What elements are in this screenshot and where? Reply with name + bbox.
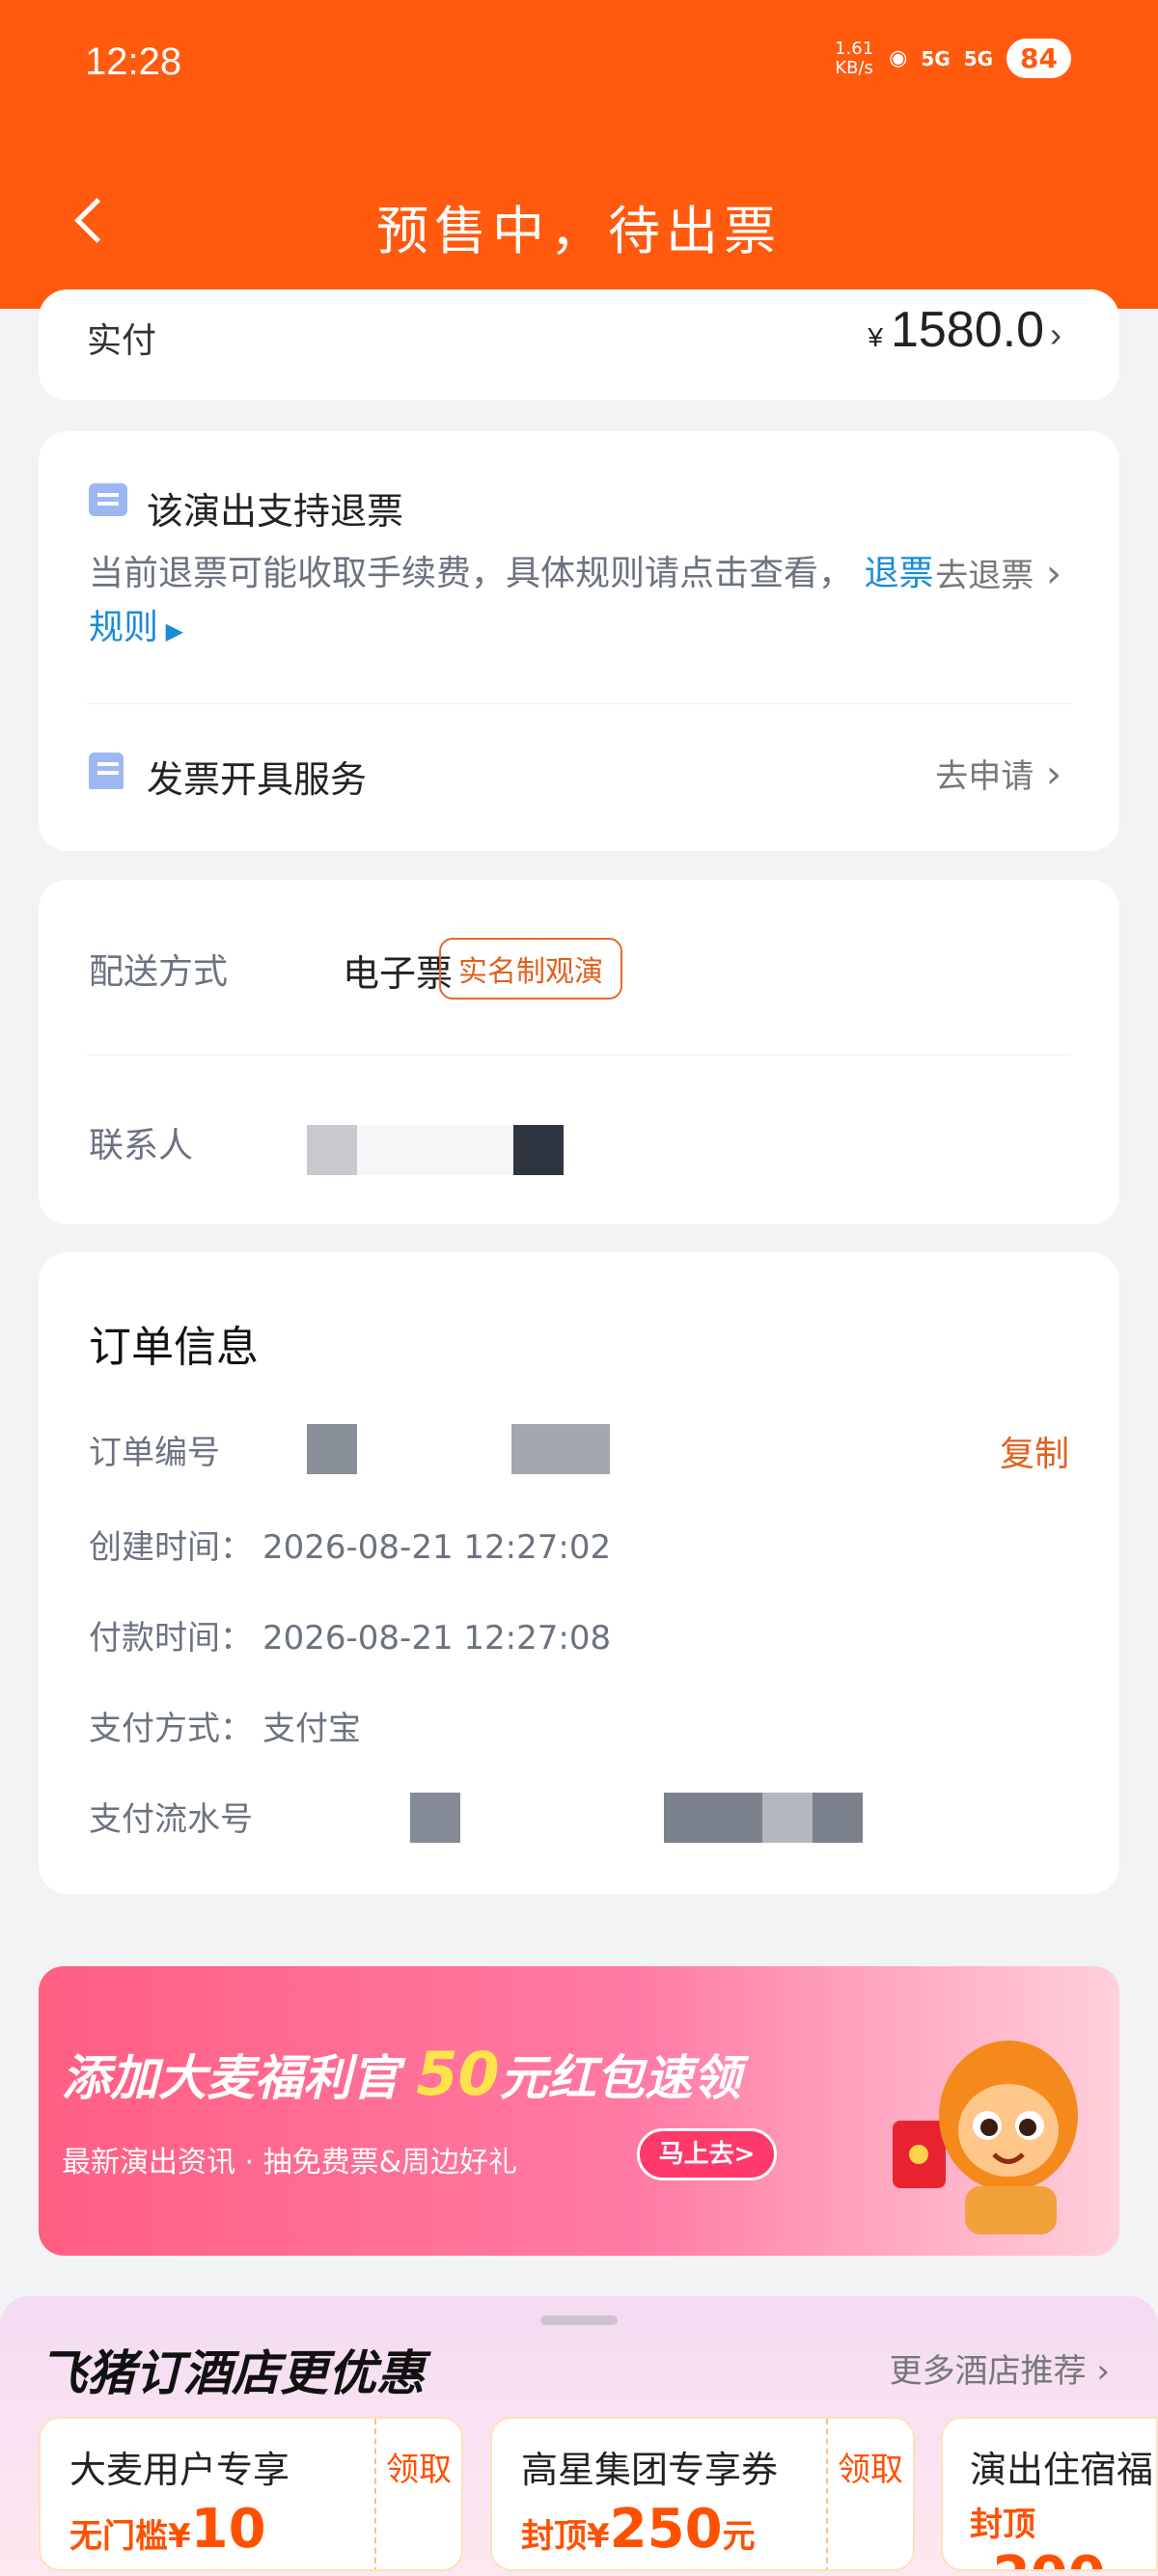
banner-title-post: 元红包速领: [499, 2050, 741, 2106]
claim-coupon-button[interactable]: 领取: [374, 2419, 461, 2569]
hotel-coupon: 演出住宿福 封顶¥200: [941, 2417, 1158, 2571]
serial-redacted: [664, 1793, 762, 1843]
go-refund-button[interactable]: 去退票: [935, 549, 1062, 596]
coupon-name: 高星集团专享券: [521, 2449, 779, 2491]
created-time-value: 2026-08-21 12:27:02: [262, 1528, 612, 1567]
banner-title: 添加大麦福利官 50元红包速领: [62, 2039, 741, 2109]
status-icons: 1.61 KB/s ◉ 5G 5G 84: [833, 39, 1071, 78]
refund-title: 该演出支持退票: [147, 490, 404, 533]
serial-redacted: [813, 1793, 863, 1843]
hotel-panel: 飞猪订酒店更优惠 更多酒店推荐 大麦用户专享 无门槛¥10 领取 高星集团专享券…: [0, 2296, 1158, 2576]
paid-card[interactable]: 实付 ¥1580.0 ›: [39, 289, 1119, 400]
banner-subtitle: 最新演出资讯 · 抽免费票&周边好礼: [62, 2146, 518, 2179]
coupon-value: 封顶¥250元: [521, 2498, 756, 2561]
refund-desc-text: 当前退票可能收取手续费，具体规则请点击查看，: [89, 554, 854, 593]
coupon-amount: 10: [190, 2498, 266, 2561]
created-time-label: 创建时间：: [89, 1528, 253, 1567]
paid-time-value: 2026-08-21 12:27:08: [262, 1619, 612, 1658]
serial-redacted: [410, 1793, 460, 1843]
drag-handle[interactable]: [540, 2316, 618, 2325]
coupon-prefix: 无门槛¥: [69, 2517, 191, 2556]
coupon-name: 大麦用户专享: [69, 2449, 290, 2491]
coupon-prefix: 封顶¥: [521, 2517, 610, 2556]
banner-title-pre: 添加大麦福利官: [62, 2050, 400, 2106]
contact-name-redacted: [307, 1125, 357, 1175]
coupon-name: 演出住宿福: [970, 2449, 1154, 2491]
battery-icon: 84: [1006, 39, 1071, 78]
contact-phone-redacted: [513, 1125, 564, 1175]
payment-method-value: 支付宝: [262, 1710, 361, 1748]
claim-coupon-button[interactable]: 领取: [826, 2419, 913, 2569]
delivery-label: 配送方式: [89, 952, 229, 992]
serial-redacted: [762, 1793, 813, 1843]
mascot-icon: [893, 2041, 1078, 2234]
paid-time-row: 付款时间： 2026-08-21 12:27:08: [89, 1611, 611, 1658]
coupon-value: 无门槛¥10: [69, 2498, 266, 2561]
coupon-suffix: 元: [722, 2517, 756, 2556]
hotel-title: 飞猪订酒店更优惠: [39, 2345, 425, 2401]
delivery-value: 电子票: [343, 952, 454, 995]
wifi-icon: ◉: [889, 46, 908, 70]
order-info-title: 订单信息: [89, 1323, 259, 1372]
payment-method-row: 支付方式： 支付宝: [89, 1702, 361, 1749]
invoice-title: 发票开具服务: [147, 758, 368, 801]
order-number-redacted: [511, 1424, 610, 1474]
more-hotels-link[interactable]: 更多酒店推荐: [890, 2344, 1110, 2392]
contact-label: 联系人: [89, 1126, 194, 1165]
payment-serial-label: 支付流水号: [89, 1800, 253, 1839]
redacted-block: [357, 1125, 513, 1175]
realname-badge: 实名制观演: [439, 938, 622, 1000]
chevron-right-icon: ›: [1050, 315, 1062, 354]
order-number-redacted: [307, 1424, 357, 1474]
paid-label: 实付: [87, 321, 157, 361]
order-info-card: 订单信息 订单编号 复制 创建时间： 2026-08-21 12:27:02 付款…: [39, 1252, 1119, 1894]
status-time: 12:28: [85, 41, 182, 83]
paid-value: 1580.0: [890, 302, 1044, 358]
copy-order-number-button[interactable]: 复制: [1000, 1426, 1069, 1476]
paid-amount[interactable]: ¥1580.0 ›: [868, 301, 1062, 359]
coupon-value: 封顶¥200: [970, 2498, 1156, 2569]
order-number-label: 订单编号: [89, 1434, 220, 1472]
payment-method-label: 支付方式：: [89, 1710, 253, 1748]
hotel-coupon: 高星集团专享券 封顶¥250元 领取: [490, 2417, 915, 2571]
signal-5g-icon-1: 5G: [921, 46, 951, 70]
delivery-card: 配送方式 电子票 实名制观演 联系人: [39, 880, 1119, 1224]
page-title: 预售中，待出票: [376, 201, 782, 261]
currency-symbol: ¥: [868, 322, 883, 352]
hotel-coupon: 大麦用户专享 无门槛¥10 领取: [39, 2417, 463, 2571]
refund-card: 该演出支持退票 当前退票可能收取手续费，具体规则请点击查看， 退票规则 去退票 …: [39, 431, 1119, 851]
top-header: 12:28 1.61 KB/s ◉ 5G 5G 84 预售中，待出票: [0, 0, 1158, 309]
network-speed: 1.61 KB/s: [835, 38, 874, 78]
created-time-row: 创建时间： 2026-08-21 12:27:02: [89, 1521, 611, 1568]
invoice-icon: [89, 753, 124, 789]
apply-invoice-button[interactable]: 去申请: [935, 750, 1062, 797]
banner-go-button[interactable]: 马上去>: [637, 2128, 777, 2180]
paid-time-label: 付款时间：: [89, 1619, 253, 1658]
signal-5g-icon-2: 5G: [963, 46, 994, 70]
divider: [87, 703, 1071, 704]
promo-banner[interactable]: 添加大麦福利官 50元红包速领 最新演出资讯 · 抽免费票&周边好礼 马上去>: [39, 1966, 1119, 2256]
coupon-amount: 250: [609, 2498, 723, 2561]
coupon-amount: 200: [993, 2545, 1106, 2569]
banner-title-amount: 50: [416, 2039, 500, 2109]
refund-description: 当前退票可能收取手续费，具体规则请点击查看， 退票规则: [89, 547, 938, 658]
refund-icon: [89, 483, 127, 516]
